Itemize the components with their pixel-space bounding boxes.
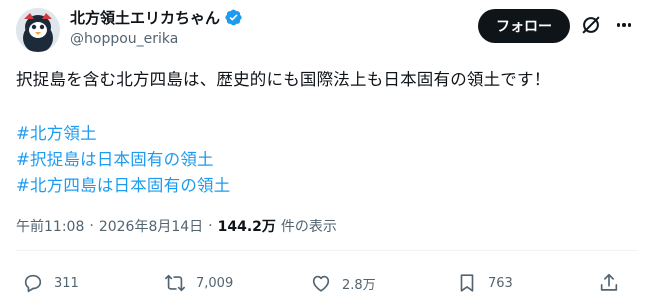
repost-button[interactable]: 7,009	[164, 272, 233, 294]
more-icon[interactable]	[612, 14, 636, 36]
like-icon	[312, 275, 330, 292]
meta-separator: ·	[89, 218, 94, 234]
like-button[interactable]: 2.8万	[310, 272, 376, 294]
follow-button[interactable]: フォロー	[478, 9, 570, 43]
avatar[interactable]	[16, 8, 60, 52]
post-text: 択捉島を含む北方四島は、歴史的にも国際法上も日本固有の領土です！	[16, 70, 551, 89]
share-icon	[600, 273, 618, 291]
reply-count: 311	[54, 275, 79, 291]
share-button[interactable]	[598, 272, 620, 294]
penguin-avatar-icon	[16, 8, 60, 52]
bookmark-button[interactable]: 763	[456, 272, 513, 294]
hashtag-link[interactable]: #北方四島は日本固有の領土	[16, 173, 230, 199]
like-count: 2.8万	[342, 277, 376, 293]
views-label: 件の表示	[280, 219, 337, 235]
views-count: 144.2万	[217, 219, 276, 235]
handle[interactable]: @hoppou_erika	[70, 31, 178, 47]
bookmark-icon	[460, 274, 474, 292]
hashtag-link[interactable]: #北方領土	[16, 121, 230, 147]
verified-badge-icon	[225, 9, 242, 26]
hashtag-link[interactable]: #択捉島は日本固有の領土	[16, 147, 230, 173]
meta-separator: ·	[208, 218, 213, 234]
post-time[interactable]: 午前11:08	[16, 216, 84, 236]
more-dot	[627, 23, 632, 27]
more-dot	[616, 23, 621, 27]
post-date[interactable]: 2026年8月14日	[99, 216, 203, 236]
repost-count: 7,009	[196, 275, 234, 291]
post-meta: 午前11:08 · 2026年8月14日 · 144.2万 件の表示	[16, 216, 337, 236]
display-name[interactable]: 北方領土エリカちゃん	[70, 7, 220, 28]
grok-icon[interactable]	[580, 14, 602, 36]
reply-icon	[24, 274, 42, 293]
reply-button[interactable]: 311	[22, 272, 79, 294]
repost-icon	[165, 274, 185, 292]
divider	[16, 250, 638, 251]
bookmark-count: 763	[488, 275, 513, 291]
post-card: 北方領土エリカちゃん @hoppou_erika フォロー 択捉島を含む北方四島…	[0, 0, 645, 305]
name-row: 北方領土エリカちゃん	[70, 7, 243, 28]
more-dot	[622, 23, 626, 27]
hashtag-list: #北方領土 #択捉島は日本固有の領土 #北方四島は日本固有の領土	[16, 121, 230, 199]
